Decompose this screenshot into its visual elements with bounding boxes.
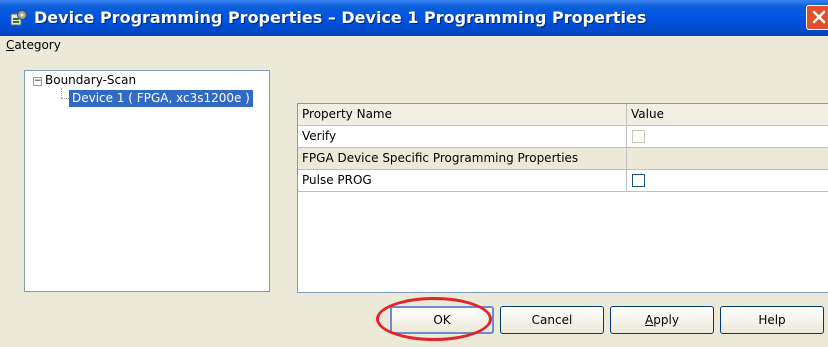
property-value [627, 126, 828, 147]
tree-connector [61, 88, 62, 98]
cancel-button[interactable]: Cancel [500, 306, 604, 334]
property-category-name: FPGA Device Specific Programming Propert… [298, 148, 627, 169]
property-grid: Property Name Value Verify FPGA Device S… [297, 103, 828, 293]
grid-header-row: Property Name Value [298, 104, 828, 126]
title-bar[interactable]: Device Programming Properties – Device 1… [0, 0, 828, 36]
dialog-window: Device Programming Properties – Device 1… [0, 0, 828, 347]
window-title: Device Programming Properties – Device 1… [34, 8, 647, 27]
tree-connector [61, 98, 69, 99]
property-category-value [627, 148, 828, 169]
property-value [627, 170, 828, 191]
column-header-property-name[interactable]: Property Name [298, 104, 627, 125]
pulse-prog-checkbox[interactable] [632, 174, 645, 187]
property-category-row: FPGA Device Specific Programming Propert… [298, 148, 828, 170]
close-icon [812, 10, 826, 24]
category-label: Category [6, 38, 61, 52]
property-name: Verify [298, 126, 627, 147]
category-label-text: ategory [14, 38, 61, 52]
apply-button[interactable]: Apply [610, 306, 714, 334]
category-tree[interactable]: − Boundary-Scan Device 1 ( FPGA, xc3s120… [24, 70, 270, 292]
ok-button[interactable]: OK [390, 306, 494, 334]
tree-collapse-toggle[interactable]: − [33, 77, 42, 86]
property-row-pulse-prog[interactable]: Pulse PROG [298, 170, 828, 192]
property-row-verify[interactable]: Verify [298, 126, 828, 148]
tree-item-device-1[interactable]: Device 1 ( FPGA, xc3s1200e ) [69, 90, 253, 107]
column-header-value[interactable]: Value [627, 104, 828, 125]
tree-item-boundary-scan[interactable]: Boundary-Scan [45, 73, 136, 87]
apply-label: pply [653, 313, 679, 327]
verify-checkbox [632, 130, 645, 143]
property-name: Pulse PROG [298, 170, 627, 191]
help-button[interactable]: Help [720, 306, 824, 334]
programming-properties-icon [10, 9, 28, 27]
close-button[interactable] [806, 5, 828, 30]
